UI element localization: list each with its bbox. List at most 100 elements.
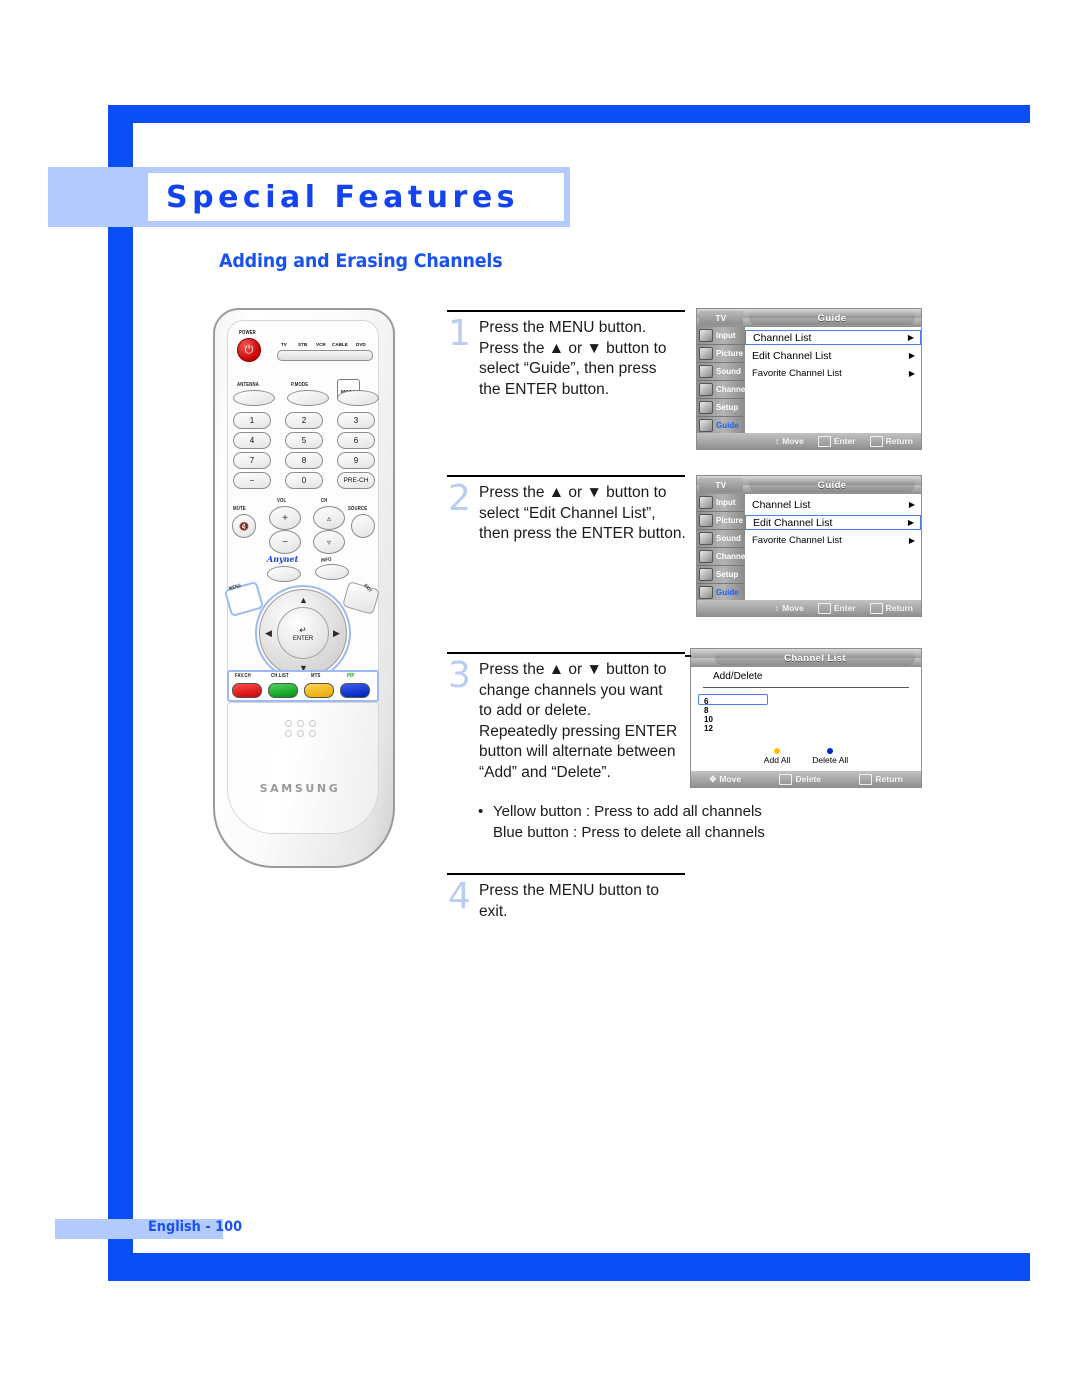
channel-item[interactable]: 10 <box>701 715 713 724</box>
osd-sidebar-item-setup[interactable]: Setup <box>697 399 745 417</box>
channel-up-button[interactable]: ▵ <box>313 506 345 530</box>
channel-item[interactable]: 8 <box>701 706 713 715</box>
mute-button[interactable]: 🔇 <box>232 514 256 538</box>
osd-footer-move: ✥ Move <box>709 773 742 785</box>
key-5[interactable]: 5 <box>285 432 323 449</box>
source-label: SOURCE <box>348 506 368 512</box>
osd-sidebar: Input Picture Sound Channel Setup Guide <box>697 327 748 449</box>
key-2[interactable]: 2 <box>285 412 323 429</box>
power-label: POWER <box>239 330 256 336</box>
key-6[interactable]: 6 <box>337 432 375 449</box>
mts-button[interactable] <box>304 683 334 698</box>
osd-menu-row-favorite-channel-list[interactable]: Favorite Channel List ▶ <box>745 366 921 381</box>
osd-footer-return: Return <box>869 602 913 614</box>
channel-item[interactable]: 6 <box>701 697 713 706</box>
dpad-right-icon[interactable]: ▶ <box>333 629 340 638</box>
sound-icon <box>699 532 713 545</box>
key-4[interactable]: 4 <box>233 432 271 449</box>
info-button[interactable] <box>315 564 349 580</box>
osd-sidebar-label: Setup <box>716 570 739 579</box>
osd-sidebar-item-picture[interactable]: Picture <box>697 345 745 363</box>
step-1-line-1: Press the MENU button. <box>479 319 647 336</box>
osd-footer-delete: Delete <box>779 773 821 785</box>
return-key-icon <box>859 773 873 785</box>
page-border-left <box>108 105 133 1253</box>
enter-key-icon <box>817 602 831 614</box>
mode-button[interactable] <box>337 390 379 406</box>
indicator-dot <box>285 730 292 737</box>
fav-ch-button[interactable] <box>232 683 262 698</box>
key-1[interactable]: 1 <box>233 412 271 429</box>
key-dash[interactable]: − <box>233 472 271 489</box>
osd-sidebar-item-sound[interactable]: Sound <box>697 530 745 548</box>
pmode-button[interactable] <box>287 390 329 406</box>
guide-icon <box>699 586 713 599</box>
key-3[interactable]: 3 <box>337 412 375 429</box>
osd-tv-label: TV <box>699 478 743 492</box>
step-2-line-1: Press the ▲ or ▼ button to <box>479 484 667 501</box>
osd-sidebar-item-channel[interactable]: Channel <box>697 381 748 399</box>
enter-key-icon <box>817 435 831 447</box>
delete-all-action[interactable]: Delete All <box>812 748 848 765</box>
mts-label: MTS <box>311 673 321 679</box>
osd-menu-row-edit-channel-list[interactable]: Edit Channel List ▶ <box>745 515 921 530</box>
key-0[interactable]: 0 <box>285 472 323 489</box>
chevron-right-icon: ▶ <box>908 351 915 360</box>
osd-menu-row-edit-channel-list[interactable]: Edit Channel List ▶ <box>745 348 921 363</box>
step-2-rule <box>447 475 685 477</box>
step-2-text: Press the ▲ or ▼ button to select “Edit … <box>479 483 719 545</box>
osd-sidebar-item-sound[interactable]: Sound <box>697 363 745 381</box>
key-pre-ch[interactable]: PRE-CH <box>337 472 375 489</box>
osd-titlebar: TV Guide <box>697 309 921 327</box>
osd-row-label: Channel List <box>753 331 812 344</box>
osd-channel-number-list: 6 8 10 12 <box>701 697 713 733</box>
osd-sidebar-item-picture[interactable]: Picture <box>697 512 745 530</box>
osd-menu-row-channel-list[interactable]: Channel List ▶ <box>745 497 921 512</box>
osd-sidebar-item-channel[interactable]: Channel <box>697 548 748 566</box>
volume-up-button[interactable]: + <box>269 506 301 530</box>
key-9[interactable]: 9 <box>337 452 375 469</box>
dpad-up-icon[interactable]: ▲ <box>299 596 308 605</box>
antenna-label: ANTENNA <box>237 382 259 388</box>
ch-list-button[interactable] <box>268 683 298 698</box>
add-all-action[interactable]: Add All <box>764 748 790 765</box>
anynet-label: Anynet <box>267 554 299 564</box>
device-mode-strip[interactable] <box>277 350 373 361</box>
antenna-button[interactable] <box>233 390 275 406</box>
indicator-dot <box>309 720 316 727</box>
dpad-left-icon[interactable]: ◀ <box>265 629 272 638</box>
osd-menu-row-favorite-channel-list[interactable]: Favorite Channel List ▶ <box>745 533 921 548</box>
channel-down-button[interactable]: ▿ <box>313 530 345 554</box>
section-subtitle: Adding and Erasing Channels <box>219 250 503 272</box>
osd-guide-panel-1: TV Guide Input Picture Sound Channel Set… <box>696 308 922 450</box>
osd-sidebar-label: Setup <box>716 403 739 412</box>
osd-footer-move: ↕ Move <box>774 436 804 446</box>
chevron-right-icon: ▶ <box>908 536 915 545</box>
osd-sidebar-item-input[interactable]: Input <box>697 494 745 512</box>
pip-label: PIP <box>347 673 355 679</box>
osd-sidebar-item-setup[interactable]: Setup <box>697 566 745 584</box>
step-3-line-4: Repeatedly pressing ENTER <box>479 722 678 740</box>
enter-button[interactable]: ↵ ENTER <box>277 607 329 659</box>
pmode-label: P.MODE <box>291 382 309 388</box>
source-button[interactable] <box>351 514 375 538</box>
pip-button[interactable] <box>340 683 370 698</box>
key-7[interactable]: 7 <box>233 452 271 469</box>
yellow-dot-icon <box>774 748 781 754</box>
osd-channel-list-title: Channel List <box>715 651 915 665</box>
volume-down-button[interactable]: − <box>269 530 301 554</box>
osd-menu-row-channel-list[interactable]: Channel List ▶ <box>745 330 921 345</box>
channel-item[interactable]: 12 <box>701 724 713 733</box>
osd-footer-move: ↕ Move <box>774 603 804 613</box>
key-8[interactable]: 8 <box>285 452 323 469</box>
osd-footer-enter: Enter <box>817 602 856 614</box>
indicator-dot <box>297 720 304 727</box>
anynet-button[interactable] <box>267 566 301 582</box>
indicator-dot <box>297 730 304 737</box>
osd-row-label: Channel List <box>752 498 811 511</box>
osd-row-label: Edit Channel List <box>753 516 833 529</box>
step-4-rule <box>447 873 685 875</box>
osd-sidebar-item-input[interactable]: Input <box>697 327 745 345</box>
setup-icon <box>699 401 713 414</box>
power-button[interactable]: ⏻ <box>237 338 261 362</box>
